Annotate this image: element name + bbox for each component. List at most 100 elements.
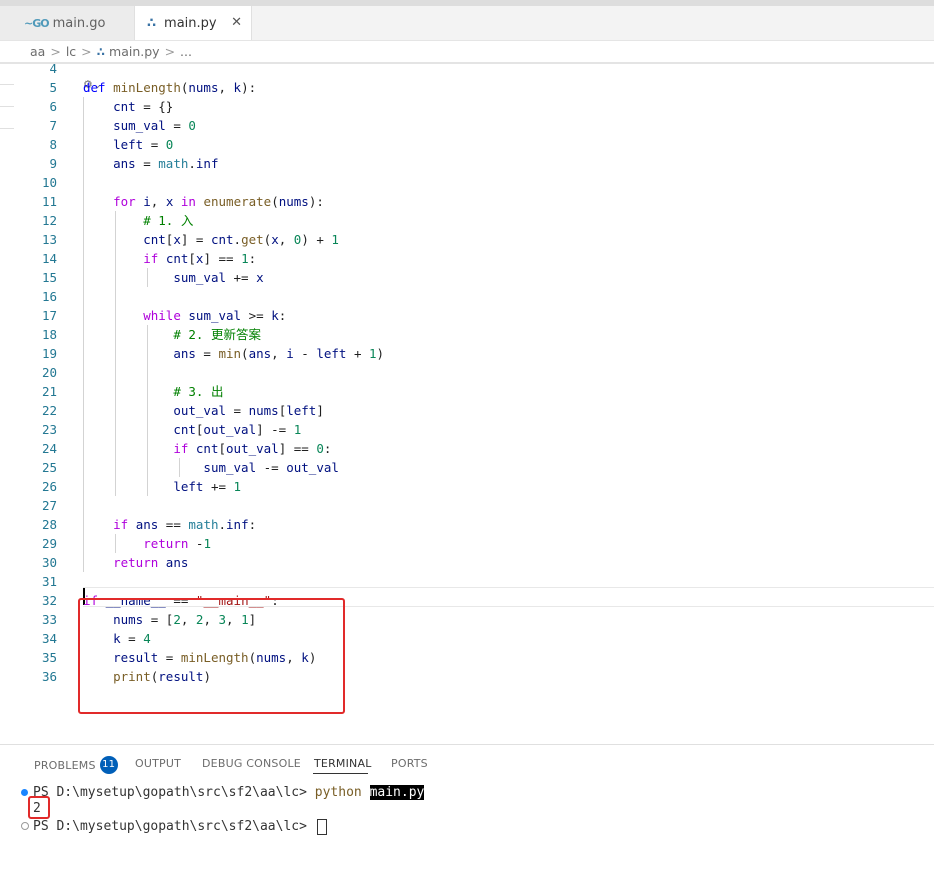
breadcrumb-item[interactable]: lc bbox=[66, 44, 76, 59]
code-line[interactable]: def minLength(nums, k): bbox=[83, 78, 256, 97]
divider bbox=[0, 128, 14, 129]
code-line[interactable]: out_val = nums[left] bbox=[83, 401, 324, 420]
command-success-icon[interactable] bbox=[21, 789, 28, 796]
line-number: 11 bbox=[41, 194, 57, 209]
indent-guide bbox=[115, 534, 116, 553]
indent-guide bbox=[147, 325, 148, 496]
annotation-box-main-block bbox=[78, 598, 345, 714]
panel-tab-bar: PROBLEMS 11 OUTPUT DEBUG CONSOLE TERMINAL… bbox=[0, 745, 934, 779]
code-line[interactable]: sum_val = 0 bbox=[83, 116, 196, 135]
close-icon[interactable]: ✕ bbox=[231, 15, 242, 30]
indent-guide bbox=[83, 97, 84, 572]
line-number: 26 bbox=[41, 479, 57, 494]
tab-ports[interactable]: PORTS bbox=[391, 757, 428, 770]
indent-guide bbox=[147, 268, 148, 287]
editor-top-shadow bbox=[0, 62, 934, 64]
code-line[interactable]: if ans == math.inf: bbox=[83, 515, 256, 534]
line-number: 31 bbox=[41, 574, 57, 589]
line-number: 18 bbox=[41, 327, 57, 342]
code-line[interactable]: return -1 bbox=[83, 534, 211, 553]
code-line[interactable]: left += 1 bbox=[83, 477, 241, 496]
activity-strip bbox=[0, 64, 14, 744]
line-number: 33 bbox=[41, 612, 57, 627]
tab-label: DEBUG CONSOLE bbox=[202, 757, 301, 770]
code-line[interactable]: # 1. 入 bbox=[83, 211, 193, 230]
code-line[interactable]: ans = min(ans, i - left + 1) bbox=[83, 344, 384, 363]
tab-label: OUTPUT bbox=[135, 757, 182, 770]
line-number: 9 bbox=[49, 156, 57, 171]
tab-label: PROBLEMS bbox=[34, 759, 96, 772]
line-number: 21 bbox=[41, 384, 57, 399]
code-line[interactable]: cnt[x] = cnt.get(x, 0) + 1 bbox=[83, 230, 339, 249]
code-line[interactable]: while sum_val >= k: bbox=[83, 306, 286, 325]
tab-label: main.py bbox=[164, 15, 217, 31]
code-line[interactable]: left = 0 bbox=[83, 135, 173, 154]
tab-terminal[interactable]: TERMINAL bbox=[314, 757, 372, 770]
annotation-box-output bbox=[28, 796, 50, 819]
terminal-cursor bbox=[316, 818, 327, 835]
line-number: 35 bbox=[41, 650, 57, 665]
python-file-icon: ∴ bbox=[147, 15, 157, 31]
code-line[interactable]: # 2. 更新答案 bbox=[83, 325, 261, 344]
command-pending-icon[interactable] bbox=[21, 822, 29, 830]
indent-guide bbox=[115, 211, 116, 496]
breadcrumb-item[interactable]: aa bbox=[30, 44, 45, 59]
problems-count-badge: 11 bbox=[99, 756, 118, 774]
line-number: 34 bbox=[41, 631, 57, 646]
tab-problems[interactable]: PROBLEMS 11 bbox=[34, 756, 118, 775]
line-number: 19 bbox=[41, 346, 57, 361]
line-number: 10 bbox=[41, 175, 57, 190]
line-number: 4 bbox=[49, 61, 57, 76]
code-line[interactable]: sum_val -= out_val bbox=[83, 458, 338, 477]
code-line[interactable]: sum_val += x bbox=[83, 268, 263, 287]
line-number: 28 bbox=[41, 517, 57, 532]
terminal-command: python bbox=[314, 785, 362, 800]
chevron-right-icon: > bbox=[164, 44, 176, 59]
code-line[interactable]: return ans bbox=[83, 553, 188, 572]
line-number: 30 bbox=[41, 555, 57, 570]
line-number: 12 bbox=[41, 213, 57, 228]
editor-tab-bar: ~GO main.go ∴ main.py ✕ bbox=[0, 6, 934, 41]
terminal-prompt-line[interactable]: PS D:\mysetup\gopath\src\sf2\aa\lc> bbox=[33, 817, 327, 836]
divider bbox=[0, 106, 14, 107]
line-number: 16 bbox=[41, 289, 57, 304]
go-file-icon: ~GO bbox=[24, 16, 50, 30]
line-number: 17 bbox=[41, 308, 57, 323]
terminal-prompt: PS D:\mysetup\gopath\src\sf2\aa\lc> bbox=[33, 785, 315, 800]
tab-main-go[interactable]: ~GO main.go bbox=[0, 6, 135, 40]
tab-label: PORTS bbox=[391, 757, 428, 770]
line-number: 27 bbox=[41, 498, 57, 513]
code-editor[interactable]: 4 5 def minLength(nums, k): 6 cnt = {} 7 sum… bbox=[0, 0, 934, 873]
line-number: 5 bbox=[49, 80, 57, 95]
divider bbox=[0, 84, 14, 85]
breadcrumb: aa > lc > ∴ main.py > ... bbox=[0, 41, 934, 62]
breadcrumb-item[interactable]: main.py bbox=[109, 44, 160, 59]
terminal-argument: main.py bbox=[369, 785, 425, 800]
line-number: 22 bbox=[41, 403, 57, 418]
breadcrumb-item[interactable]: ... bbox=[180, 44, 192, 59]
line-number: 32 bbox=[41, 593, 57, 608]
line-number: 24 bbox=[41, 441, 57, 456]
code-line[interactable]: if cnt[x] == 1: bbox=[83, 249, 256, 268]
tab-debug-console[interactable]: DEBUG CONSOLE bbox=[202, 757, 301, 770]
code-line[interactable]: for i, x in enumerate(nums): bbox=[83, 192, 324, 211]
line-number: 7 bbox=[49, 118, 57, 133]
chevron-right-icon: > bbox=[50, 44, 61, 59]
indent-guide bbox=[179, 458, 180, 477]
line-number: 29 bbox=[41, 536, 57, 551]
code-line[interactable]: if cnt[out_val] == 0: bbox=[83, 439, 331, 458]
line-number: 25 bbox=[41, 460, 57, 475]
line-number: 36 bbox=[41, 669, 57, 684]
terminal-command-line: PS D:\mysetup\gopath\src\sf2\aa\lc> pyth… bbox=[33, 783, 425, 802]
code-line[interactable]: # 3. 出 bbox=[83, 382, 223, 401]
line-number: 23 bbox=[41, 422, 57, 437]
line-number: 20 bbox=[41, 365, 57, 380]
active-tab-indicator bbox=[313, 773, 368, 774]
code-line[interactable]: ans = math.inf bbox=[83, 154, 218, 173]
code-line[interactable]: cnt = {} bbox=[83, 97, 173, 116]
python-file-icon: ∴ bbox=[96, 44, 106, 59]
tab-output[interactable]: OUTPUT bbox=[135, 757, 181, 770]
tab-main-py[interactable]: ∴ main.py ✕ bbox=[135, 6, 252, 40]
line-number: 8 bbox=[49, 137, 57, 152]
tab-label: TERMINAL bbox=[314, 757, 372, 770]
